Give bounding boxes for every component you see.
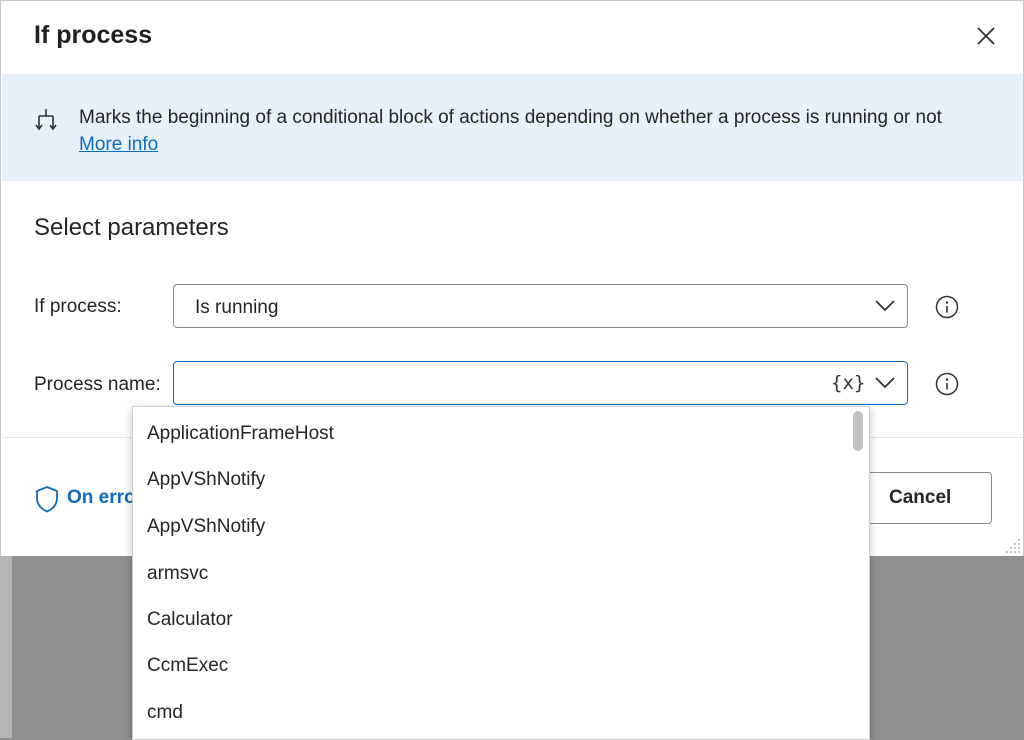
list-item[interactable]: cmd xyxy=(147,702,183,724)
chevron-down-icon xyxy=(875,300,895,312)
info-banner: Marks the beginning of a conditional blo… xyxy=(2,74,1023,181)
info-icon[interactable] xyxy=(935,295,959,319)
list-item[interactable]: ApplicationFrameHost xyxy=(147,423,334,445)
banner-description: Marks the beginning of a conditional blo… xyxy=(79,104,979,158)
process-name-input[interactable] xyxy=(188,370,812,398)
section-title: Select parameters xyxy=(34,214,229,241)
more-info-link[interactable]: More info xyxy=(79,134,158,155)
description-text: Marks the beginning of a conditional blo… xyxy=(79,107,942,128)
dialog-title: If process xyxy=(34,21,153,49)
list-item[interactable]: AppVShNotify xyxy=(147,469,265,491)
background-window-strip xyxy=(0,556,12,738)
list-item[interactable]: Calculator xyxy=(147,609,233,631)
if-process-select[interactable]: Is running xyxy=(173,284,908,328)
close-button[interactable] xyxy=(971,21,1001,51)
variable-button[interactable]: {x} xyxy=(831,372,865,394)
info-icon[interactable] xyxy=(935,372,959,396)
list-item[interactable]: AppVShNotify xyxy=(147,516,265,538)
if-process-value: Is running xyxy=(195,297,279,318)
chevron-down-icon[interactable] xyxy=(874,375,896,391)
scrollbar-thumb[interactable] xyxy=(853,411,863,451)
list-item[interactable]: armsvc xyxy=(147,563,208,585)
split-arrow-icon xyxy=(35,109,57,131)
resize-grip-icon[interactable] xyxy=(1003,536,1021,554)
shield-icon xyxy=(36,486,58,513)
list-item[interactable]: CcmExec xyxy=(147,655,228,677)
close-icon xyxy=(977,27,995,45)
process-name-combobox[interactable]: {x} xyxy=(173,361,908,405)
process-name-label: Process name: xyxy=(34,374,161,395)
if-process-label: If process: xyxy=(34,296,122,317)
process-dropdown-list: ApplicationFrameHost AppVShNotify AppVSh… xyxy=(132,406,870,740)
